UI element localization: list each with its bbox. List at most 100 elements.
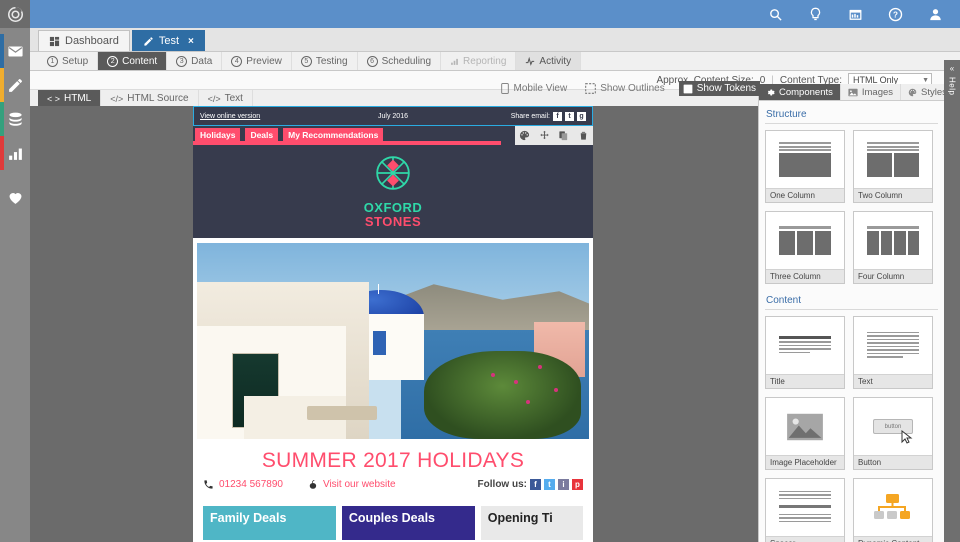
toggle-label: Mobile View — [513, 83, 568, 94]
tab-label: Preview — [246, 55, 282, 67]
tab-html-source[interactable]: </> HTML Source — [101, 90, 199, 107]
thumbnail — [766, 398, 844, 455]
nav-underline — [193, 141, 501, 145]
deal-opening[interactable]: Opening Ti — [480, 506, 584, 541]
step-number: 1 — [47, 55, 58, 67]
apptab-dashboard[interactable]: Dashboard — [38, 30, 130, 51]
view-online-link[interactable]: View online version — [200, 113, 260, 120]
tab-images[interactable]: Images — [841, 84, 902, 100]
toggle-show-outlines[interactable]: Show Outlines — [581, 81, 668, 96]
component-spacer[interactable]: Spacer — [765, 478, 845, 542]
toggle-show-tokens[interactable]: Show Tokens — [678, 81, 760, 96]
toggle-mobile-view[interactable]: Mobile View — [497, 81, 571, 96]
step-number: 5 — [300, 55, 312, 67]
tab-testing[interactable]: 5 Testing — [292, 52, 358, 70]
deal-family[interactable]: Family Deals — [203, 506, 336, 541]
photo-window — [373, 331, 386, 355]
trash-icon[interactable] — [578, 130, 589, 141]
facebook-icon[interactable]: f — [553, 111, 562, 121]
user-icon[interactable] — [926, 5, 944, 23]
close-icon[interactable]: × — [188, 36, 194, 47]
logo-line-1: OXFORD — [363, 200, 423, 215]
website-link[interactable]: Visit our website — [323, 479, 396, 490]
tab-activity[interactable]: Activity — [516, 52, 582, 70]
tab-label: Activity — [539, 55, 572, 67]
deal-couples[interactable]: Couples Deals — [341, 506, 475, 541]
tab-html[interactable]: < > HTML — [38, 90, 102, 107]
tab-scheduling[interactable]: 6 Scheduling — [358, 52, 442, 70]
sidebar-item-email[interactable] — [0, 34, 30, 68]
component-text[interactable]: Text — [853, 316, 933, 389]
thumbnail — [766, 317, 844, 374]
share-label: Share email: — [510, 112, 550, 120]
tab-label: Components — [779, 86, 833, 98]
tab-setup[interactable]: 1 Setup — [38, 52, 99, 70]
email-header-block[interactable]: View online version July 2016 Share emai… — [193, 106, 593, 126]
calendar-icon[interactable] — [846, 5, 864, 23]
search-icon[interactable] — [766, 5, 784, 23]
twitter-icon[interactable]: t — [544, 479, 555, 491]
pinterest-icon[interactable]: p — [572, 479, 583, 491]
palette-icon[interactable] — [519, 130, 530, 141]
photo-flower — [537, 364, 542, 369]
mouse-icon — [309, 480, 317, 490]
thumbnail — [854, 212, 932, 269]
accent-bar — [0, 136, 4, 170]
thumbnail — [766, 212, 844, 269]
component-label: Three Column — [766, 269, 844, 283]
twitter-icon[interactable]: t — [565, 111, 574, 121]
component-title[interactable]: Title — [765, 316, 845, 389]
step-number: 6 — [366, 55, 378, 67]
follow-label: Follow us: — [477, 479, 527, 491]
email-template: View online version July 2016 Share emai… — [193, 106, 593, 542]
dashboard-icon — [49, 36, 60, 46]
tab-data[interactable]: 3 Data — [167, 52, 223, 70]
email-contact-row[interactable]: 01234 567890 Visit our website Follow us… — [193, 479, 593, 502]
component-dynamic-content[interactable]: Dynamic Content — [853, 478, 933, 542]
sidebar-item-content[interactable] — [0, 68, 30, 102]
tab-content[interactable]: 2 Content — [98, 52, 168, 70]
help-side-tab[interactable]: « Help — [944, 60, 960, 542]
bar-chart-icon — [451, 58, 458, 65]
lightbulb-icon[interactable] — [806, 5, 824, 23]
component-label: Two Column — [854, 188, 932, 202]
sidebar-item-favourites[interactable] — [0, 180, 30, 214]
thumbnail — [854, 479, 932, 536]
tab-components[interactable]: Components — [759, 84, 841, 100]
component-label: Dynamic Content — [854, 536, 932, 542]
move-icon[interactable] — [539, 130, 550, 141]
accent-bar — [0, 68, 4, 102]
sidebar-item-data[interactable] — [0, 102, 30, 136]
component-three-column[interactable]: Three Column — [765, 211, 845, 284]
component-two-column[interactable]: Two Column — [853, 130, 933, 203]
instagram-icon[interactable]: i — [558, 479, 569, 491]
bar-chart-icon — [8, 148, 22, 160]
token-icon — [683, 84, 693, 93]
help-icon[interactable]: ? — [886, 5, 904, 23]
googleplus-icon[interactable]: g — [577, 111, 586, 121]
panel-body: Structure One Column Two Column Three Co… — [759, 101, 944, 542]
apptab-label: Dashboard — [65, 35, 119, 47]
email-nav-block[interactable]: Holidays Deals My Recommendations — [193, 126, 593, 145]
component-button[interactable]: button Button — [853, 397, 933, 470]
sidebar-item-reports[interactable] — [0, 136, 30, 170]
collapse-icon[interactable]: « — [950, 64, 954, 73]
tab-preview[interactable]: 4 Preview — [222, 52, 292, 70]
email-logo-block[interactable]: OXFORD STONES — [193, 145, 593, 239]
component-one-column[interactable]: One Column — [765, 130, 845, 203]
photo-stone-slab — [306, 405, 378, 420]
tab-label: Testing — [315, 55, 348, 67]
facebook-icon[interactable]: f — [530, 479, 541, 491]
apptab-test[interactable]: Test × — [131, 30, 205, 51]
tab-text[interactable]: </> Text — [199, 90, 253, 107]
component-image-placeholder[interactable]: Image Placeholder — [765, 397, 845, 470]
thumbnail — [854, 131, 932, 188]
activity-icon — [526, 56, 535, 66]
app-logo[interactable] — [0, 0, 30, 28]
email-headline[interactable]: SUMMER 2017 HOLIDAYS — [193, 439, 593, 479]
email-image-block[interactable] — [193, 238, 593, 440]
photo-flower — [553, 388, 558, 393]
copy-icon[interactable] — [558, 130, 569, 141]
email-deals-row: Family Deals Couples Deals Opening Ti — [193, 502, 593, 541]
component-four-column[interactable]: Four Column — [853, 211, 933, 284]
